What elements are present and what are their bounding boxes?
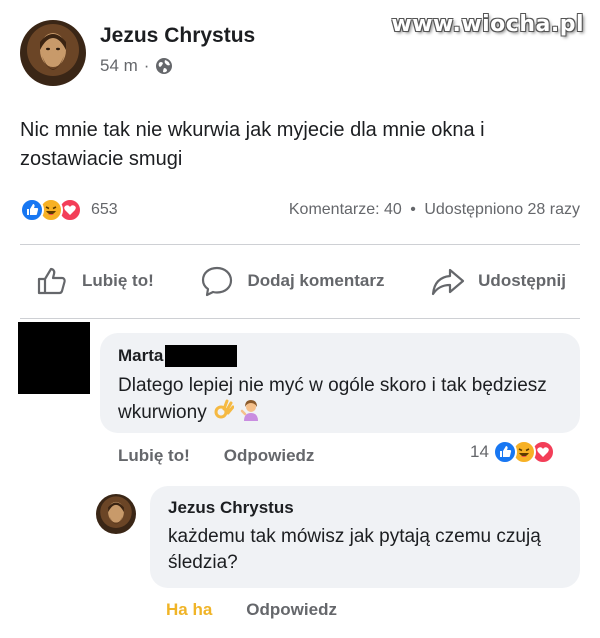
post-stats: 653 Komentarze: 40 • Udostępniono 28 raz…	[20, 196, 580, 224]
comment-button[interactable]: Dodaj komentarz	[185, 263, 398, 299]
post-action-bar: Lubię to! Dodaj komentarz Udostępnij	[20, 258, 580, 304]
watermark: www.wiocha.pl	[391, 12, 584, 37]
share-button-label: Udostępnij	[478, 271, 566, 290]
comment-bubble: Marta Dlatego lepiej nie myć w ogóle sko…	[100, 333, 580, 433]
post-time[interactable]: 54 m	[100, 56, 138, 76]
reply-reply-button[interactable]: Odpowiedz	[246, 600, 337, 620]
comment-reactions[interactable]: 14	[470, 440, 555, 464]
reply-author-avatar[interactable]	[96, 494, 136, 534]
divider-top	[20, 244, 580, 245]
reply-actions: Ha ha Odpowiedz	[166, 600, 337, 620]
comment-reply-button[interactable]: Odpowiedz	[224, 446, 315, 466]
comments-shares: Komentarze: 40 • Udostępniono 28 razy	[289, 201, 580, 219]
comment-text: Dlatego lepiej nie myć w ogóle skoro i t…	[118, 373, 562, 426]
comment-author-name: Marta	[118, 346, 164, 365]
shares-count[interactable]: Udostępniono 28 razy	[424, 201, 580, 218]
like-icon	[492, 440, 517, 464]
like-button-label: Lubię to!	[82, 271, 154, 290]
reply-author-name[interactable]: Jezus Chrystus	[168, 498, 562, 518]
redacted-avatar	[18, 322, 90, 394]
comment-reaction-count: 14	[470, 442, 489, 461]
post-author-name[interactable]: Jezus Chrystus	[100, 24, 255, 48]
post-text: Nic mnie tak nie wkurwia jak myjecie dla…	[20, 119, 485, 170]
redacted-surname	[165, 345, 238, 367]
thumbs-up-icon	[37, 267, 66, 295]
like-icon	[20, 198, 44, 222]
share-arrow-icon	[432, 268, 465, 296]
comment-actions: Lubię to! Odpowiedz	[118, 446, 314, 466]
divider-bottom	[20, 318, 580, 319]
like-button[interactable]: Lubię to!	[20, 263, 168, 299]
reaction-summary[interactable]: 653	[20, 198, 118, 222]
comment-button-label: Dodaj komentarz	[247, 271, 385, 290]
reply-bubble: Jezus Chrystus każdemu tak mówisz jak py…	[150, 486, 580, 588]
globe-icon	[155, 57, 173, 75]
ok-hand-emoji-icon	[212, 399, 235, 421]
author-avatar[interactable]	[20, 20, 86, 86]
reply-haha-button[interactable]: Ha ha	[166, 600, 212, 620]
comment-author[interactable]: Marta	[118, 345, 562, 367]
meta-separator: ·	[143, 56, 150, 75]
reaction-count: 653	[91, 201, 118, 218]
post-meta: 54 m ·	[100, 56, 255, 76]
share-button[interactable]: Udostępnij	[416, 263, 580, 299]
stats-dot: •	[410, 201, 416, 218]
comment-text-content: Dlatego lepiej nie myć w ogóle skoro i t…	[118, 375, 547, 423]
person-gesturing-emoji-icon	[239, 399, 261, 421]
post-header: Jezus Chrystus 54 m ·	[20, 20, 255, 86]
reply-text: każdemu tak mówisz jak pytają czemu czuj…	[168, 526, 541, 573]
comments-count[interactable]: Komentarze: 40	[289, 201, 402, 218]
speech-bubble-icon	[202, 266, 233, 297]
comment-like-button[interactable]: Lubię to!	[118, 446, 190, 466]
